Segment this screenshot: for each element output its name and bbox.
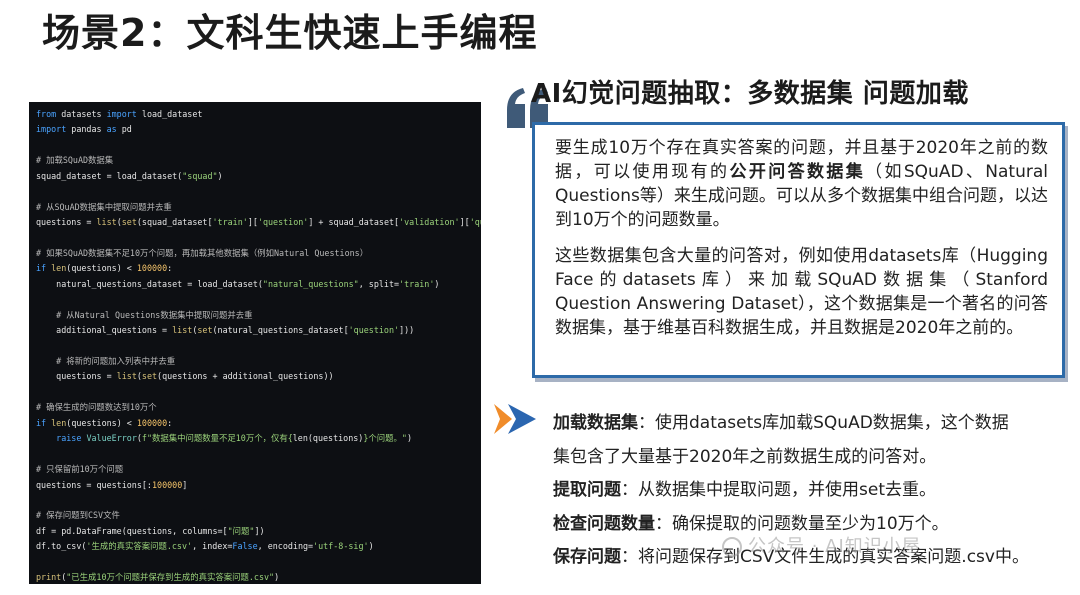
code-line: # 从SQuAD数据集中提取问题并去重 [36,201,172,212]
code-line: print("已生成10万个问题并保存到生成的真实答案问题.csv") [36,572,280,583]
code-line: # 只保留前10万个问题 [36,464,124,475]
code-line: # 加载SQuAD数据集 [36,155,114,166]
watermark: 公众号 · AI知识小屋 [722,532,921,558]
code-line: from datasets import load_dataset [36,109,203,119]
code-line: # 保存问题到CSV文件 [36,510,120,521]
quote-paragraph-2: 这些数据集包含大量的问答对，例如使用datasets库（Hugging Face… [555,246,1048,338]
code-line: # 如果SQuAD数据集不足10万个问题，再加载其他数据集（例如Natural … [36,247,369,258]
code-line: raise ValueError(f"数据集中问题数量不足10万个，仅有{len… [56,433,412,444]
code-line: if len(questions) < 100000: [36,417,173,428]
code-line: squad_dataset = load_dataset("squad") [36,170,223,181]
code-line: questions = list(set(squad_dataset['trai… [36,217,481,228]
quote-paragraph-1: 要生成10万个存在真实答案的问题，并且基于2020年之前的数据，可以使用现有的公… [555,136,1048,232]
bullet-text: ：确保提取的问题数量至少为10万个。 [655,513,949,534]
bullet-label: 检查问题数量 [553,513,655,534]
code-line: # 确保生成的问题数达到10万个 [36,402,157,413]
bullet-item-load-dataset-cont: 集包含了大量基于2020年之前数据生成的问答对。 [553,446,937,467]
code-line: if len(questions) < 100000: [36,263,173,274]
code-line: questions = questions[:100000] [36,479,188,490]
bullet-label: 提取问题 [553,480,621,501]
bullet-item-load-dataset: 加载数据集：使用datasets库加载SQuAD数据集，这个数据 [553,407,1053,441]
slide-title: 场景2：文科生快速上手编程 [42,11,538,55]
code-line: df.to_csv('生成的真实答案问题.csv', index=False, … [36,541,374,552]
code-line: import pandas as pd [36,124,132,135]
watermark-text: 公众号 · AI知识小屋 [748,536,921,557]
bullet-label: 加载数据集 [553,413,638,433]
code-line: # 将新的问题加入列表中并去重 [36,356,176,366]
code-line: df = pd.DataFrame(questions, columns=["问… [36,525,265,536]
bullet-label: 保存问题 [553,547,621,568]
section-heading: AI幻觉问题抽取：多数据集 问题加载 [531,79,969,109]
code-line: additional_questions = list(set(natural_… [36,325,415,336]
code-screenshot: from datasets import load_datasetimport … [29,102,481,584]
bullet-item-extract-questions: 提取问题：从数据集中提取问题，并使用set去重。 [553,474,1053,508]
code-line: # 从Natural Questions数据集中提取问题并去重 [36,309,253,320]
bullet-text: ：使用datasets库加载SQuAD数据集，这个数据 [638,413,1009,433]
bullet-text: ：从数据集中提取问题，并使用set去重。 [621,480,936,501]
wechat-logo-icon [722,537,742,557]
double-chevron-arrow-icon [494,404,536,434]
code-line: natural_questions_dataset = load_dataset… [36,278,440,289]
code-line: questions = list(set(questions + additio… [36,371,334,382]
quote-box: 要生成10万个存在真实答案的问题，并且基于2020年之前的数据，可以使用现有的公… [532,122,1065,378]
quote-bold-text: 公开问答数据集 [729,162,866,182]
